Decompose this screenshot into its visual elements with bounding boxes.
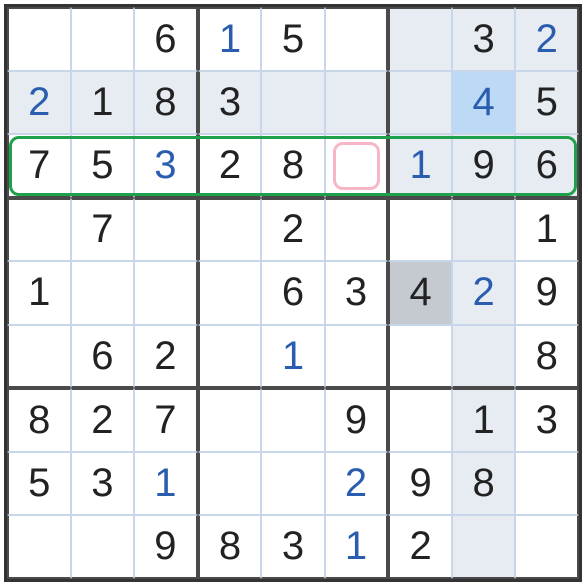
cell-r0-c8[interactable]: 2 xyxy=(515,7,579,71)
cell-r5-c3[interactable] xyxy=(198,325,262,389)
cell-r2-c6[interactable]: 1 xyxy=(388,134,452,198)
cell-r8-c1[interactable] xyxy=(71,515,135,579)
cell-r4-c3[interactable] xyxy=(198,261,262,325)
cell-r3-c3[interactable] xyxy=(198,198,262,262)
cell-r5-c7[interactable] xyxy=(452,325,516,389)
cell-r6-c2[interactable]: 7 xyxy=(134,388,198,452)
cell-r0-c6[interactable] xyxy=(388,7,452,71)
cell-r1-c8[interactable]: 5 xyxy=(515,71,579,135)
cell-r5-c0[interactable] xyxy=(7,325,71,389)
cell-r7-c6[interactable]: 9 xyxy=(388,452,452,516)
cell-r2-c7[interactable]: 9 xyxy=(452,134,516,198)
cell-r5-c1[interactable]: 6 xyxy=(71,325,135,389)
cell-r8-c4[interactable]: 3 xyxy=(261,515,325,579)
cell-r2-c4[interactable]: 8 xyxy=(261,134,325,198)
cell-r7-c4[interactable] xyxy=(261,452,325,516)
cell-r6-c6[interactable] xyxy=(388,388,452,452)
cell-r1-c5[interactable] xyxy=(325,71,389,135)
cell-r8-c0[interactable] xyxy=(7,515,71,579)
cell-r2-c0[interactable]: 7 xyxy=(7,134,71,198)
cell-r3-c8[interactable]: 1 xyxy=(515,198,579,262)
cell-r2-c8[interactable]: 6 xyxy=(515,134,579,198)
cell-r4-c1[interactable] xyxy=(71,261,135,325)
cell-r7-c8[interactable] xyxy=(515,452,579,516)
cell-r3-c2[interactable] xyxy=(134,198,198,262)
cell-r1-c4[interactable] xyxy=(261,71,325,135)
cell-r0-c0[interactable] xyxy=(7,7,71,71)
cell-r7-c1[interactable]: 3 xyxy=(71,452,135,516)
cell-r2-c2[interactable]: 3 xyxy=(134,134,198,198)
cell-r1-c1[interactable]: 1 xyxy=(71,71,135,135)
cell-r7-c5[interactable]: 2 xyxy=(325,452,389,516)
cell-r6-c4[interactable] xyxy=(261,388,325,452)
cell-r1-c2[interactable]: 8 xyxy=(134,71,198,135)
cell-r4-c8[interactable]: 9 xyxy=(515,261,579,325)
cell-r2-c1[interactable]: 5 xyxy=(71,134,135,198)
cell-r8-c8[interactable] xyxy=(515,515,579,579)
cell-r3-c4[interactable]: 2 xyxy=(261,198,325,262)
cell-r3-c7[interactable] xyxy=(452,198,516,262)
cell-r4-c7[interactable]: 2 xyxy=(452,261,516,325)
cell-r0-c1[interactable] xyxy=(71,7,135,71)
cell-r7-c2[interactable]: 1 xyxy=(134,452,198,516)
cell-r8-c6[interactable]: 2 xyxy=(388,515,452,579)
cell-r8-c3[interactable]: 8 xyxy=(198,515,262,579)
cell-r3-c0[interactable] xyxy=(7,198,71,262)
cell-r4-c2[interactable] xyxy=(134,261,198,325)
cell-r1-c6[interactable] xyxy=(388,71,452,135)
sudoku-board: 6153221834575328196721163429621882791353… xyxy=(4,4,582,582)
cell-r3-c5[interactable] xyxy=(325,198,389,262)
cell-r0-c7[interactable]: 3 xyxy=(452,7,516,71)
cell-r3-c1[interactable]: 7 xyxy=(71,198,135,262)
cell-r5-c6[interactable] xyxy=(388,325,452,389)
cell-r1-c3[interactable]: 3 xyxy=(198,71,262,135)
cell-r0-c4[interactable]: 5 xyxy=(261,7,325,71)
cell-r8-c5[interactable]: 1 xyxy=(325,515,389,579)
cell-r4-c0[interactable]: 1 xyxy=(7,261,71,325)
cell-r5-c5[interactable] xyxy=(325,325,389,389)
cell-r6-c0[interactable]: 8 xyxy=(7,388,71,452)
cell-r0-c5[interactable] xyxy=(325,7,389,71)
cell-r7-c7[interactable]: 8 xyxy=(452,452,516,516)
cell-r4-c4[interactable]: 6 xyxy=(261,261,325,325)
cell-r6-c1[interactable]: 2 xyxy=(71,388,135,452)
cell-r5-c2[interactable]: 2 xyxy=(134,325,198,389)
cell-r4-c6[interactable]: 4 xyxy=(388,261,452,325)
cell-r4-c5[interactable]: 3 xyxy=(325,261,389,325)
cell-r5-c8[interactable]: 8 xyxy=(515,325,579,389)
cell-r0-c2[interactable]: 6 xyxy=(134,7,198,71)
cell-r2-c5[interactable] xyxy=(325,134,389,198)
cell-r7-c0[interactable]: 5 xyxy=(7,452,71,516)
cell-r5-c4[interactable]: 1 xyxy=(261,325,325,389)
cell-r7-c3[interactable] xyxy=(198,452,262,516)
cell-r6-c8[interactable]: 3 xyxy=(515,388,579,452)
cell-r6-c7[interactable]: 1 xyxy=(452,388,516,452)
cell-r0-c3[interactable]: 1 xyxy=(198,7,262,71)
cell-r6-c3[interactable] xyxy=(198,388,262,452)
cell-r1-c7[interactable]: 4 xyxy=(452,71,516,135)
cell-r1-c0[interactable]: 2 xyxy=(7,71,71,135)
cell-r3-c6[interactable] xyxy=(388,198,452,262)
cell-r8-c7[interactable] xyxy=(452,515,516,579)
cell-r8-c2[interactable]: 9 xyxy=(134,515,198,579)
cell-r2-c3[interactable]: 2 xyxy=(198,134,262,198)
cell-r6-c5[interactable]: 9 xyxy=(325,388,389,452)
